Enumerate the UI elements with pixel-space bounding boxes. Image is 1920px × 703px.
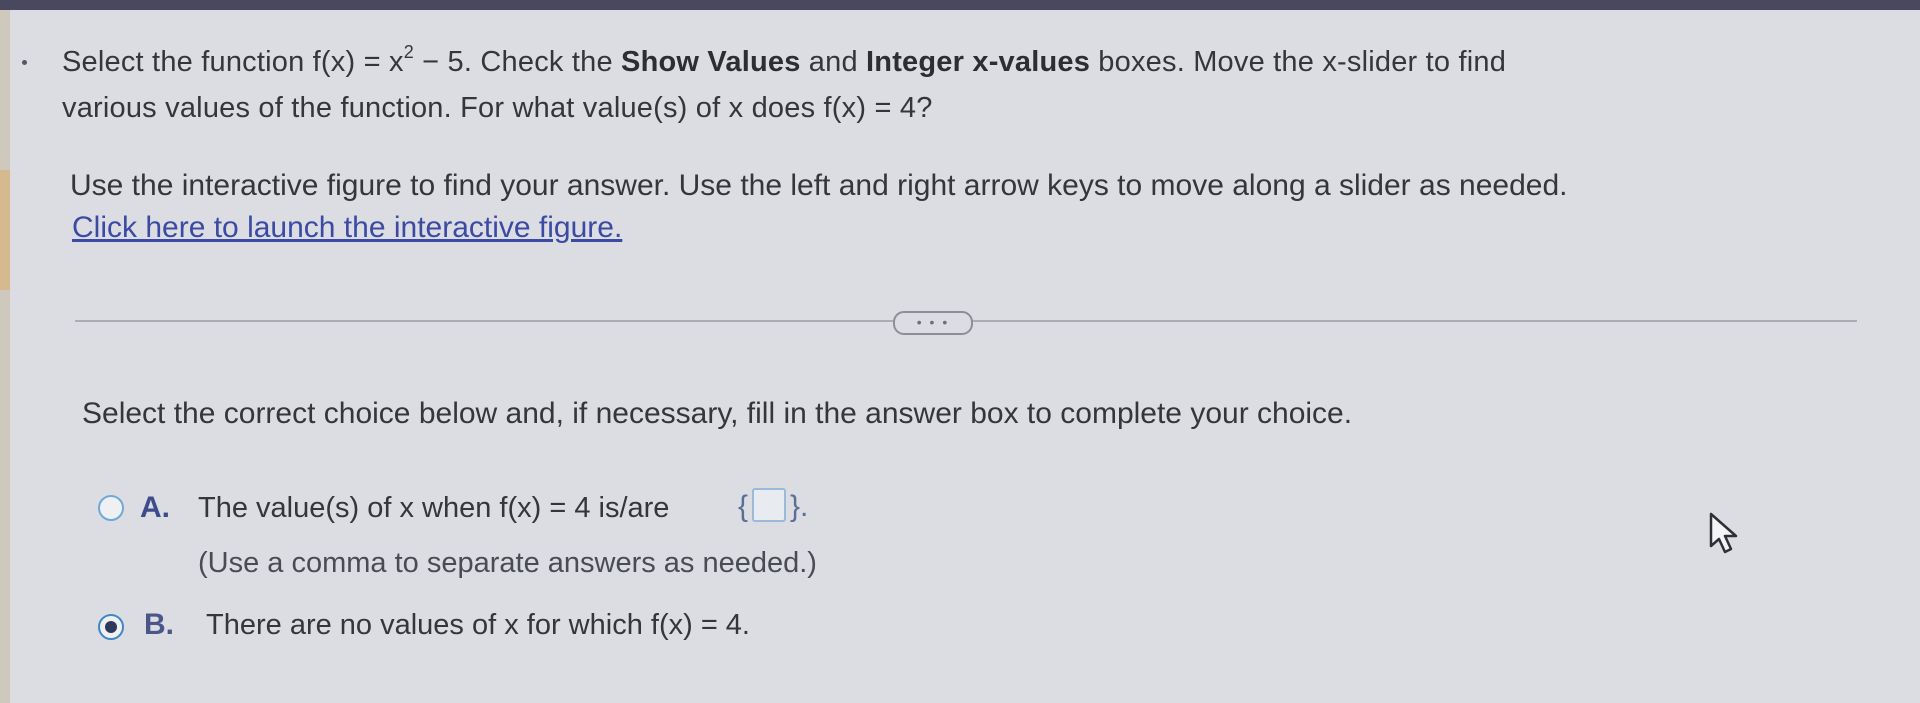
question-text: and (800, 46, 867, 78)
instruction-text: Use the interactive figure to find your … (70, 169, 1568, 202)
close-brace: }. (790, 490, 809, 523)
question-bullet (22, 60, 27, 65)
left-edge-strip (0, 10, 10, 703)
choice-b-letter: B. (144, 608, 174, 641)
choice-a-text: The value(s) of x when f(x) = 4 is/are (198, 492, 670, 524)
mouse-pointer-icon (1709, 512, 1738, 554)
choice-a-letter: A. (140, 491, 170, 524)
launch-interactive-figure-link[interactable]: Click here to launch the interactive fig… (72, 210, 622, 246)
open-brace: { (738, 490, 749, 523)
top-bar (0, 0, 1920, 10)
left-edge-marker (0, 170, 10, 290)
question-text: boxes. Move the x-slider to find (1090, 46, 1507, 78)
exponent: 2 (403, 42, 414, 62)
question-line-2: various values of the function. For what… (62, 92, 933, 124)
answer-input-box[interactable] (752, 488, 787, 522)
choice-a-radio[interactable] (98, 495, 124, 521)
integer-x-values-term: Integer x-values (866, 46, 1091, 78)
choice-prompt: Select the correct choice below and, if … (82, 397, 1353, 430)
question-text: − 5. Check the (413, 46, 622, 78)
choice-a-hint: (Use a comma to separate answers as need… (198, 547, 817, 579)
show-values-term: Show Values (621, 46, 801, 78)
question-text: Select the function f(x) = x (62, 46, 404, 78)
more-options-button[interactable]: • • • (893, 311, 973, 335)
question-line-1: Select the function f(x) = x2 − 5. Check… (62, 42, 1507, 80)
choice-b-radio[interactable] (98, 614, 124, 640)
choice-b-text: There are no values of x for which f(x) … (206, 609, 750, 641)
answer-set: {}. (738, 488, 808, 525)
selected-radio-dot (105, 621, 117, 633)
